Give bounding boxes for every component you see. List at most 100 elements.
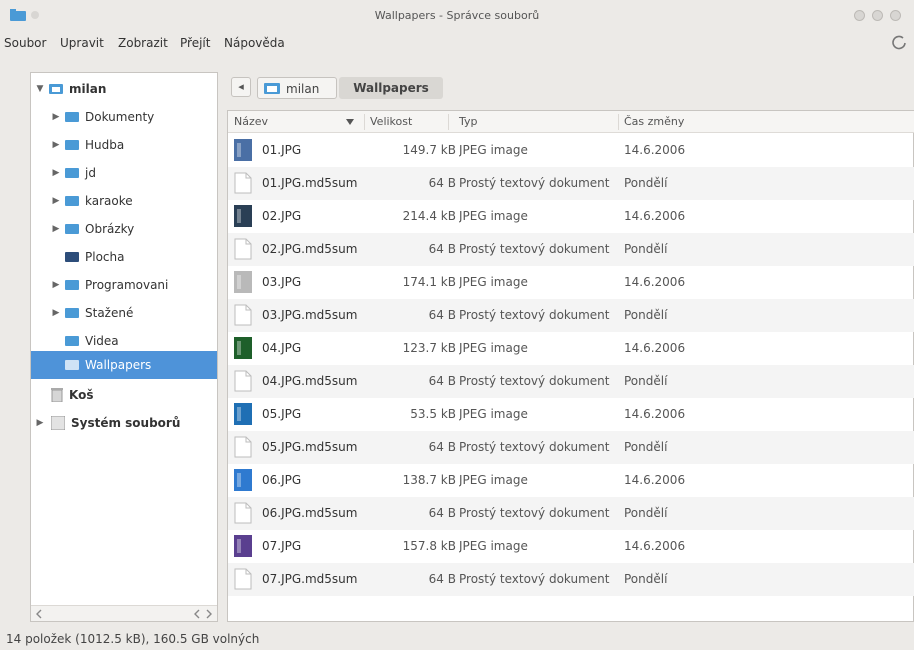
tree-item-label: Koš — [69, 388, 94, 402]
table-row[interactable]: 03.JPG.md5sum 64 B Prostý textový dokument… — [228, 299, 914, 332]
activity-icon[interactable] — [892, 34, 908, 52]
chevron-right-icon[interactable]: ▶ — [51, 299, 61, 327]
file-date: 14.6.2006 — [624, 473, 686, 487]
file-name: 07.JPG — [262, 539, 302, 553]
chevron-right-icon[interactable]: ▶ — [51, 159, 61, 187]
file-size: 64 B — [428, 308, 456, 322]
menu-zobrazit[interactable]: Zobrazit — [118, 36, 168, 50]
column-date[interactable]: Čas změny — [624, 115, 684, 128]
home-folder-icon — [264, 83, 280, 94]
chevron-right-icon[interactable]: ▶ — [51, 131, 61, 159]
download-folder-icon — [65, 308, 79, 318]
file-name: 02.JPG.md5sum — [262, 242, 358, 256]
tree-item-wallpapers[interactable]: Wallpapers — [31, 351, 217, 379]
menu-prejit[interactable]: Přejít — [180, 36, 210, 50]
tree-item-label: milan — [69, 82, 107, 96]
breadcrumb-home[interactable]: milan — [257, 77, 337, 99]
file-date: Pondělí — [624, 176, 668, 190]
chevron-right-icon[interactable]: ▶ — [35, 409, 45, 437]
tree-item-jd[interactable]: ▶ jd — [31, 159, 217, 187]
column-header: Název Velikost Typ Čas změny — [228, 111, 914, 133]
menu-upravit[interactable]: Upravit — [60, 36, 104, 50]
table-row[interactable]: 01.JPG.md5sum 64 B Prostý textový dokument… — [228, 167, 914, 200]
chevron-left-icon[interactable] — [35, 609, 43, 619]
text-file-icon — [234, 238, 252, 260]
horizontal-scrollbar[interactable] — [31, 605, 217, 621]
tree-item-hudba[interactable]: ▶ Hudba — [31, 131, 217, 159]
table-row[interactable]: 02.JPG.md5sum 64 B Prostý textový dokument… — [228, 233, 914, 266]
file-type: JPEG image — [459, 473, 528, 487]
table-row[interactable]: 06.JPG 138.7 kB JPEG image 14.6.2006 — [228, 464, 914, 497]
folder-icon — [65, 336, 79, 346]
file-size: 138.7 kB — [402, 473, 456, 487]
column-separator[interactable] — [448, 114, 449, 130]
file-date: Pondělí — [624, 308, 668, 322]
image-thumbnail-icon — [234, 271, 252, 293]
chevron-right-icon[interactable] — [205, 609, 213, 619]
menu-napoveda[interactable]: Nápověda — [224, 36, 285, 50]
column-separator[interactable] — [618, 114, 619, 130]
file-type: JPEG image — [459, 341, 528, 355]
file-size: 149.7 kB — [402, 143, 456, 157]
file-type: JPEG image — [459, 209, 528, 223]
file-type: Prostý textový dokument — [459, 176, 610, 190]
file-size: 214.4 kB — [402, 209, 456, 223]
text-file-icon — [234, 502, 252, 524]
table-row[interactable]: 04.JPG 123.7 kB JPEG image 14.6.2006 — [228, 332, 914, 365]
maximize-button[interactable] — [872, 10, 883, 21]
chevron-down-icon[interactable]: ▼ — [35, 75, 45, 103]
table-row[interactable]: 05.JPG 53.5 kB JPEG image 14.6.2006 — [228, 398, 914, 431]
tree-item-milan[interactable]: ▼ milan — [31, 75, 217, 103]
tree-item-trash[interactable]: Koš — [31, 381, 217, 409]
close-button[interactable] — [890, 10, 901, 21]
chevron-left-icon[interactable] — [193, 609, 201, 619]
file-name: 06.JPG — [262, 473, 302, 487]
column-size[interactable]: Velikost — [370, 115, 412, 128]
minimize-button[interactable] — [854, 10, 865, 21]
file-type: Prostý textový dokument — [459, 308, 610, 322]
file-date: Pondělí — [624, 242, 668, 256]
tree-item-stazene[interactable]: ▶ Stažené — [31, 299, 217, 327]
tree-item-dokumenty[interactable]: ▶ Dokumenty — [31, 103, 217, 131]
column-name[interactable]: Název — [234, 115, 268, 128]
table-row[interactable]: 07.JPG.md5sum 64 B Prostý textový dokument… — [228, 563, 914, 596]
file-type: JPEG image — [459, 143, 528, 157]
home-folder-icon — [49, 84, 63, 94]
column-separator[interactable] — [364, 114, 365, 130]
file-type: Prostý textový dokument — [459, 506, 610, 520]
table-row[interactable]: 05.JPG.md5sum 64 B Prostý textový dokument… — [228, 431, 914, 464]
file-size: 64 B — [428, 572, 456, 586]
tree-item-obrazky[interactable]: ▶ Obrázky — [31, 215, 217, 243]
tree-item-programovani[interactable]: ▶ Programovani — [31, 271, 217, 299]
column-type[interactable]: Typ — [459, 115, 478, 128]
menu-soubor[interactable]: Soubor — [4, 36, 46, 50]
table-row[interactable]: 07.JPG 157.8 kB JPEG image 14.6.2006 — [228, 530, 914, 563]
file-name: 04.JPG — [262, 341, 302, 355]
image-thumbnail-icon — [234, 337, 252, 359]
file-size: 123.7 kB — [402, 341, 456, 355]
tree-item-label: karaoke — [85, 194, 133, 208]
chevron-right-icon[interactable]: ▶ — [51, 187, 61, 215]
back-button[interactable]: ◂ — [231, 77, 251, 97]
trash-icon — [51, 388, 63, 402]
file-name: 05.JPG.md5sum — [262, 440, 358, 454]
tree-item-karaoke[interactable]: ▶ karaoke — [31, 187, 217, 215]
text-file-icon — [234, 304, 252, 326]
chevron-right-icon[interactable]: ▶ — [51, 215, 61, 243]
table-row[interactable]: 03.JPG 174.1 kB JPEG image 14.6.2006 — [228, 266, 914, 299]
chevron-right-icon[interactable]: ▶ — [51, 271, 61, 299]
table-row[interactable]: 04.JPG.md5sum 64 B Prostý textový dokument… — [228, 365, 914, 398]
table-row[interactable]: 01.JPG 149.7 kB JPEG image 14.6.2006 — [228, 134, 914, 167]
table-row[interactable]: 06.JPG.md5sum 64 B Prostý textový dokument… — [228, 497, 914, 530]
image-thumbnail-icon — [234, 139, 252, 161]
tree-item-filesystem[interactable]: ▶ Systém souborů — [31, 409, 217, 437]
sort-chevron-down-icon[interactable] — [346, 119, 354, 125]
breadcrumb-current[interactable]: Wallpapers — [339, 77, 443, 99]
breadcrumb-home-label: milan — [286, 82, 320, 96]
table-row[interactable]: 02.JPG 214.4 kB JPEG image 14.6.2006 — [228, 200, 914, 233]
breadcrumb: ◂ milan Wallpapers — [225, 74, 905, 100]
tree-item-plocha[interactable]: Plocha — [31, 243, 217, 271]
chevron-right-icon[interactable]: ▶ — [51, 103, 61, 131]
tree-item-label: Wallpapers — [85, 358, 152, 372]
folder-icon — [65, 360, 79, 370]
